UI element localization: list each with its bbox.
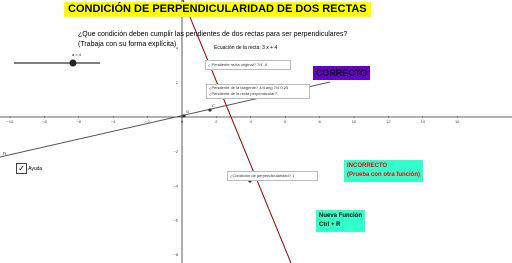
x-tick-label: 12	[386, 119, 391, 124]
new-function-box[interactable]: Nueva Función Ctrl + R	[316, 210, 366, 232]
y-tick-label: −4	[173, 183, 178, 188]
tangent-slope-text-2: ¿Pendiente de la recta perpendicular?	[209, 91, 277, 96]
x-tick-label: 6	[284, 119, 287, 124]
x-tick-label: −4	[111, 119, 116, 124]
tangent-slope-input[interactable]: ¿Pendiente de la tangente? 4/4 ang 7/4 0…	[206, 84, 310, 99]
incorrect-status-box: INCORRECTO (Prueba con otra función)	[344, 160, 424, 182]
x-tick-label: 0	[181, 119, 184, 124]
x-tick-label: 10	[352, 119, 357, 124]
line-label-n: n	[3, 151, 6, 157]
correct-status-box: CORRECTO	[313, 66, 370, 80]
page-title: CONDICIÓN DE PERPENDICULARIDAD DE DOS RE…	[64, 2, 371, 17]
x-tick-label: 2	[215, 119, 218, 124]
slider-label: a = 4	[72, 52, 82, 57]
x-tick-label: −10	[7, 119, 15, 124]
y-tick-label: −2	[173, 149, 178, 154]
new-function-text: Nueva Función	[319, 213, 363, 219]
equation-caption: Ecuación de la recta: 3 x + 4	[214, 45, 278, 51]
y-tick-label: −6	[173, 218, 178, 223]
point-c[interactable]	[208, 108, 212, 112]
y-tick-label: −8	[173, 252, 178, 257]
slider-handle[interactable]	[69, 59, 77, 67]
help-label: Ayuda	[28, 165, 43, 172]
x-tick-label: −6	[77, 119, 82, 124]
question-text: ¿Que condición deben cumplir las pendien…	[78, 30, 347, 50]
incorrect-text: INCORRECTO	[347, 163, 388, 169]
question-line-2: (Trabaja con su forma explícita)	[78, 41, 177, 48]
x-tick-label: 4	[250, 119, 253, 124]
original-slope-input[interactable]: ¿ Pendiente recta original? 7/4 -4	[205, 60, 291, 70]
x-tick-label: 16	[455, 119, 460, 124]
point-g[interactable]	[182, 114, 186, 118]
y-axis-ticks: 42−2−4−6−8	[173, 46, 178, 257]
x-tick-label: 14	[421, 119, 426, 124]
x-tick-label: −8	[42, 119, 47, 124]
new-function-shortcut: Ctrl + R	[319, 222, 341, 228]
perpendicular-condition-input[interactable]: ¿Condición de perpendicularidad? 1	[227, 171, 318, 181]
help-toggle[interactable]: ✓ Ayuda	[16, 163, 42, 175]
point-label-c: C	[212, 103, 215, 108]
point-label-g: G	[186, 109, 189, 114]
y-tick-label: 2	[176, 80, 179, 85]
x-tick-label: 8	[318, 119, 321, 124]
question-line-1: ¿Que condición deben cumplir las pendien…	[78, 31, 348, 38]
help-checkbox[interactable]: ✓	[16, 163, 27, 174]
incorrect-hint-text: (Prueba con otra función)	[347, 172, 421, 178]
